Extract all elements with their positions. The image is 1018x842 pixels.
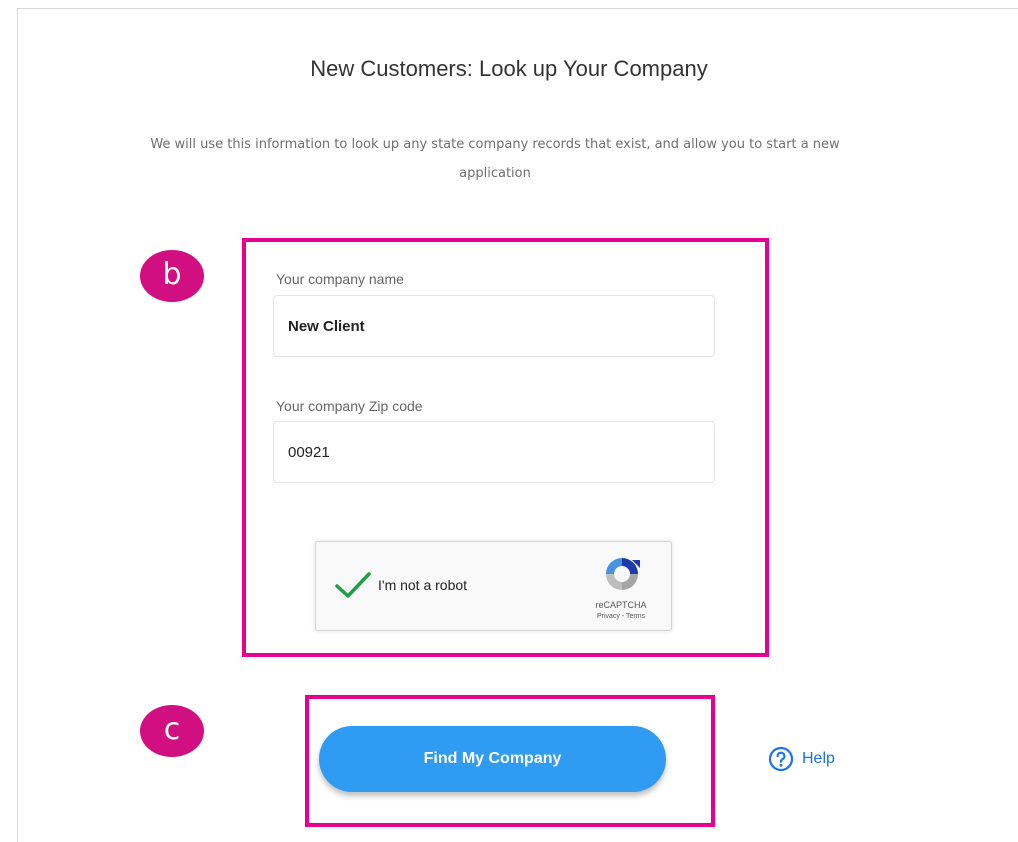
company-name-input[interactable] (273, 295, 715, 357)
checkmark-icon[interactable] (334, 570, 372, 600)
help-label: Help (802, 750, 835, 767)
annotation-marker-b: b (140, 250, 204, 302)
zip-code-input[interactable] (273, 421, 715, 483)
company-name-label: Your company name (276, 271, 404, 287)
recaptcha-logo-icon (606, 558, 640, 590)
page-title: New Customers: Look up Your Company (310, 56, 708, 81)
zip-code-label: Your company Zip code (276, 398, 423, 414)
page-subtitle: We will use this information to look up … (150, 137, 840, 181)
find-my-company-button[interactable]: Find My Company (319, 726, 666, 792)
recaptcha-label: I'm not a robot (378, 577, 468, 593)
help-circle-icon (768, 746, 794, 772)
recaptcha-widget: I'm not a robot reCAPTCHA Privacy - Term… (315, 541, 672, 631)
recaptcha-brand: reCAPTCHA (595, 600, 647, 610)
recaptcha-privacy-terms-link[interactable]: Privacy - Terms (574, 613, 668, 620)
annotation-marker-c: c (140, 705, 204, 757)
help-link[interactable]: Help (768, 745, 835, 773)
